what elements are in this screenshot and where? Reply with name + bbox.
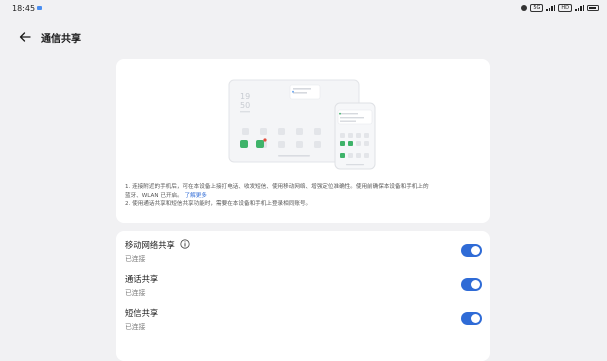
network-badge-5g: 5G [530, 4, 544, 12]
cell-signal-icon [575, 5, 584, 11]
setting-title: 通话共享 [125, 274, 159, 284]
setting-status: 已连接 [125, 323, 146, 331]
network-badge-hd: HD [558, 4, 572, 12]
intro-line-3: 2. 使用通话共享和短信共享功能时，需要在本设备和手机上登录相同账号。 [125, 201, 312, 208]
page-title: 通信共享 [41, 34, 81, 45]
learn-more-link[interactable]: 了解更多 [185, 193, 207, 199]
setting-status: 已连接 [125, 289, 146, 297]
device-illustration: 19 50 [228, 79, 376, 170]
wifi-signal-icon [546, 5, 556, 11]
setting-status: 已连接 [125, 255, 146, 263]
intro-line-1: 1. 连接附近的手机后，可在本设备上接打电话、收发短信、使用移动网络、增强定位准… [125, 184, 429, 190]
toggle-knob [471, 280, 480, 289]
intro-card: 19 50 1. 连接附近的手机后，可在本设备上接打电话、收发短信、使用移动网络… [116, 59, 490, 223]
info-icon[interactable] [180, 239, 190, 249]
sms-sharing-toggle[interactable] [461, 312, 482, 325]
status-time: 18:45 [12, 4, 36, 13]
intro-line-2-text: 蓝牙、WLAN 已开启。 [125, 192, 183, 199]
setting-title: 移动网络共享 [125, 240, 175, 250]
setting-row-mobile-network[interactable]: 移动网络共享 已连接 [116, 233, 490, 267]
toggle-knob [471, 314, 480, 323]
arrow-left-icon[interactable] [18, 30, 32, 44]
setting-row-sms-sharing[interactable]: 短信共享 已连接 [116, 301, 490, 335]
header: 通信共享 [0, 24, 607, 50]
toggle-knob [471, 246, 480, 255]
intro-line-2: 蓝牙、WLAN 已开启。 了解更多 [125, 192, 487, 201]
illustration-minute: 50 [240, 101, 250, 110]
mobile-network-toggle[interactable] [461, 244, 482, 257]
nfc-icon [521, 5, 528, 11]
call-sharing-toggle[interactable] [461, 278, 482, 291]
setting-title: 短信共享 [125, 308, 159, 318]
status-indicators: 5G HD [521, 4, 599, 12]
intro-text: 1. 连接附近的手机后，可在本设备上接打电话、收发短信、使用移动网络、增强定位准… [125, 183, 487, 209]
settings-list: 移动网络共享 已连接 通话共享 已连接 短信共享 已连接 [116, 231, 490, 361]
battery-icon [587, 5, 599, 11]
notification-icon [37, 6, 42, 10]
setting-row-call-sharing[interactable]: 通话共享 已连接 [116, 267, 490, 301]
illustration-hour: 19 [240, 92, 250, 101]
status-bar: 18:45 5G HD [0, 0, 607, 18]
